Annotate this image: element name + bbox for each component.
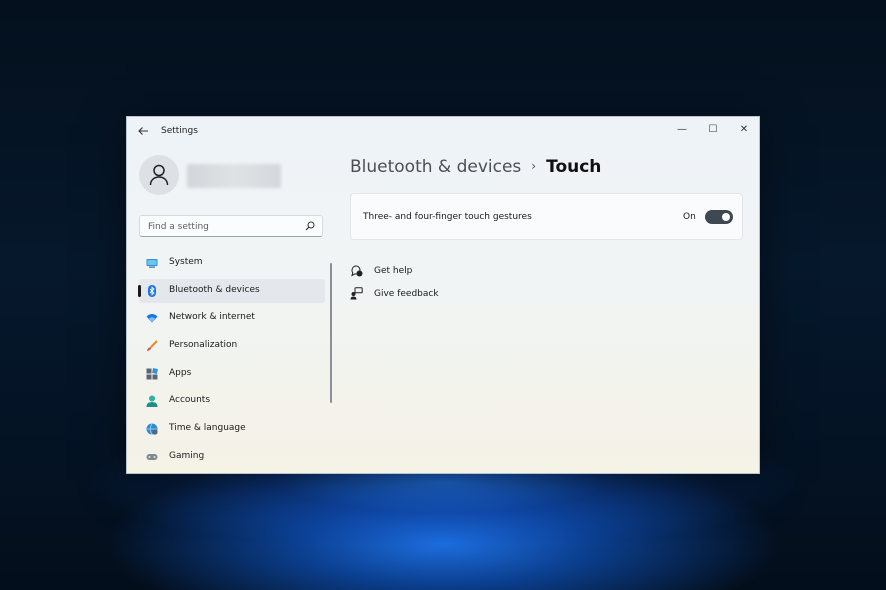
person-icon bbox=[149, 164, 169, 186]
close-button[interactable]: ✕ bbox=[733, 121, 755, 139]
window-title: Settings bbox=[161, 126, 198, 136]
sidebar-item-label: Time & language bbox=[169, 423, 246, 434]
page-title: Touch bbox=[546, 157, 602, 177]
toggle-state-label: On bbox=[683, 212, 696, 222]
sidebar-item-label: Gaming bbox=[169, 450, 205, 461]
sidebar-item-time-language[interactable]: Time & language bbox=[139, 417, 325, 441]
sidebar-item-label: Accounts bbox=[169, 395, 211, 406]
sidebar-item-label: Apps bbox=[169, 367, 192, 378]
chevron-right-icon: › bbox=[531, 159, 537, 173]
sidebar-item-label: Network & internet bbox=[169, 312, 255, 323]
sidebar-item-bluetooth[interactable]: Bluetooth & devices bbox=[138, 278, 325, 303]
avatar[interactable] bbox=[139, 155, 179, 195]
search-box[interactable] bbox=[139, 215, 323, 237]
sidebar-item-accounts[interactable]: Accounts bbox=[139, 389, 325, 413]
sidebar-item-system[interactable]: System bbox=[139, 251, 325, 275]
sidebar-nav: System Bluetooth & devices Network & int… bbox=[138, 251, 325, 473]
maximize-button[interactable]: ☐ bbox=[702, 121, 724, 139]
sidebar-item-apps[interactable]: Apps bbox=[139, 362, 325, 386]
breadcrumb: Bluetooth & devices › Touch bbox=[350, 157, 601, 177]
apps-icon bbox=[146, 367, 158, 380]
setting-label: Three- and four-finger touch gestures bbox=[363, 212, 532, 222]
gamepad-icon bbox=[146, 453, 158, 460]
arrow-left-icon bbox=[138, 127, 148, 135]
sidebar-scrollbar[interactable] bbox=[330, 263, 332, 403]
settings-window: Settings — ☐ ✕ System Bluetooth & device… bbox=[126, 116, 760, 474]
give-feedback-label: Give feedback bbox=[374, 289, 439, 299]
sidebar-item-label: Personalization bbox=[169, 340, 238, 351]
username-redacted bbox=[187, 164, 281, 188]
title-bar: Settings — ☐ ✕ bbox=[127, 117, 759, 147]
touch-gestures-card: Three- and four-finger touch gestures On bbox=[350, 193, 743, 240]
sidebar-item-label: Bluetooth & devices bbox=[169, 284, 260, 295]
help-icon bbox=[351, 265, 363, 277]
touch-gestures-toggle[interactable] bbox=[705, 210, 733, 224]
back-button[interactable] bbox=[137, 125, 151, 139]
sidebar-item-gaming[interactable]: Gaming bbox=[139, 445, 325, 469]
search-input[interactable] bbox=[146, 219, 300, 235]
sidebar-item-label: System bbox=[169, 257, 203, 267]
breadcrumb-parent[interactable]: Bluetooth & devices bbox=[350, 157, 521, 177]
bluetooth-icon bbox=[148, 284, 156, 297]
system-monitor-icon bbox=[146, 259, 158, 268]
toggle-knob bbox=[722, 213, 730, 221]
sidebar-item-network[interactable]: Network & internet bbox=[139, 306, 325, 330]
get-help-label: Get help bbox=[374, 266, 413, 276]
search-icon bbox=[305, 221, 315, 231]
brush-icon bbox=[147, 340, 158, 352]
wifi-icon bbox=[146, 314, 158, 323]
feedback-icon bbox=[350, 287, 363, 300]
accounts-icon bbox=[146, 395, 158, 408]
globe-clock-icon bbox=[146, 423, 158, 435]
minimize-button[interactable]: — bbox=[671, 121, 693, 139]
sidebar-item-personalization[interactable]: Personalization bbox=[139, 334, 325, 358]
